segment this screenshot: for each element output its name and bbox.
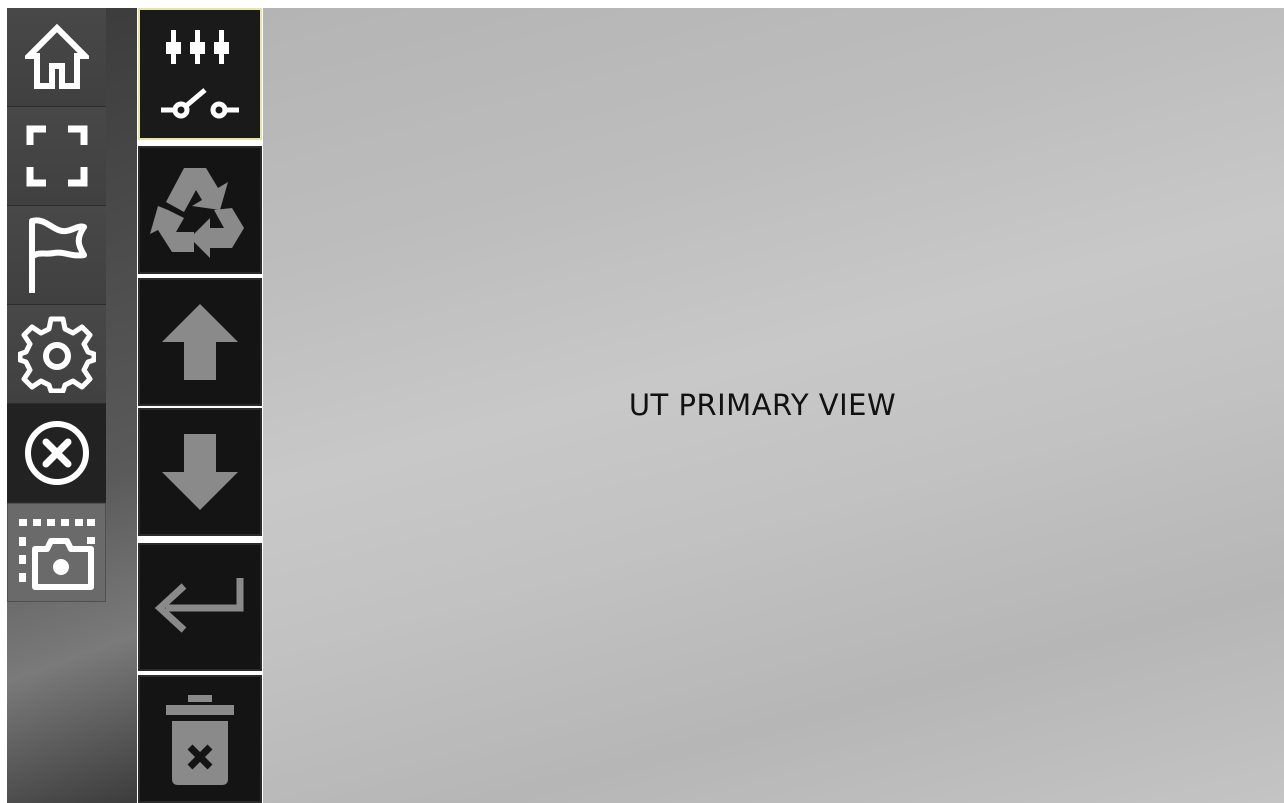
nav-rail [7,8,106,602]
app-window: UT PRIMARY VIEW [0,0,1284,803]
nav-home-button[interactable] [7,8,106,107]
move-up-button[interactable] [138,278,262,406]
enter-button[interactable] [138,543,262,671]
nav-screenshot-button[interactable] [7,503,106,602]
arrow-down-icon [160,432,240,512]
primary-view-panel[interactable]: UT PRIMARY VIEW [263,8,1284,803]
home-icon [24,22,89,92]
enter-return-icon [150,572,250,642]
trash-delete-icon [160,689,240,789]
view-title: UT PRIMARY VIEW [628,388,897,422]
recycle-icon [148,158,252,262]
flag-icon [26,215,88,295]
switch-connector-button[interactable] [138,8,262,140]
move-down-button[interactable] [138,408,262,536]
screenshot-camera-icon [17,515,97,591]
fullscreen-icon [26,125,88,187]
switch-connector-icon [157,24,243,124]
delete-button[interactable] [138,675,262,803]
settings-gear-icon [17,315,96,393]
arrow-up-icon [160,302,240,382]
nav-fullscreen-button[interactable] [7,107,106,206]
recycle-button[interactable] [138,146,262,274]
nav-close-button[interactable] [7,404,106,503]
nav-flag-button[interactable] [7,206,106,305]
nav-settings-button[interactable] [7,305,106,404]
close-circle-icon [21,417,93,489]
